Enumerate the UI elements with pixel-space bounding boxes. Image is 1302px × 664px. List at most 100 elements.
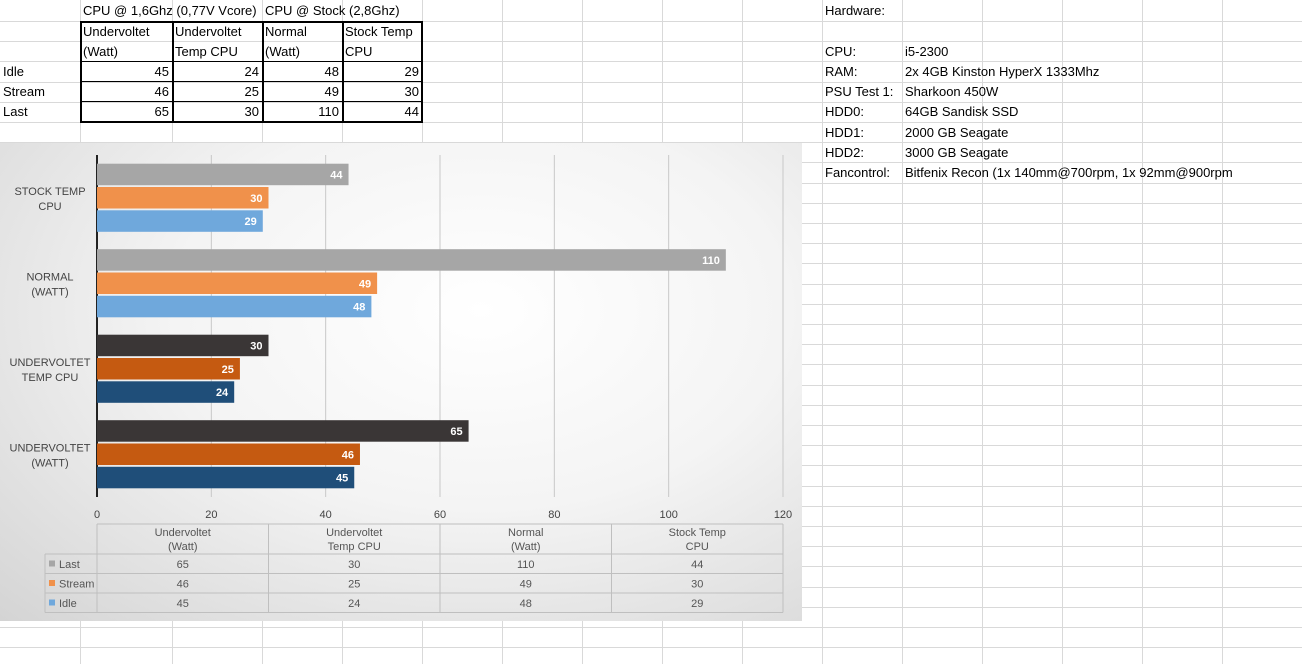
hardware-key[interactable]: HDD1: bbox=[825, 123, 864, 143]
bar-idle bbox=[97, 466, 355, 489]
hardware-value[interactable]: 3000 GB Seagate bbox=[905, 143, 1008, 163]
bar-data-label: 46 bbox=[342, 449, 354, 461]
data-table-cell: 45 bbox=[177, 598, 189, 610]
category-label: UNDERVOLTET bbox=[10, 357, 91, 369]
row-label[interactable]: Stream bbox=[3, 82, 45, 102]
table-border bbox=[172, 21, 174, 123]
hardware-value[interactable]: 2x 4GB Kinston HyperX 1333Mhz bbox=[905, 62, 1099, 82]
table-cell[interactable]: 25 bbox=[172, 82, 259, 102]
hardware-key[interactable]: Fancontrol: bbox=[825, 163, 890, 183]
hardware-key[interactable]: HDD0: bbox=[825, 102, 864, 122]
hardware-value[interactable]: i5-2300 bbox=[905, 42, 948, 62]
x-tick-label: 60 bbox=[434, 509, 446, 521]
table-cell[interactable]: 110 bbox=[262, 102, 339, 122]
table-border bbox=[80, 121, 423, 123]
column-header[interactable]: CPU bbox=[345, 42, 372, 62]
hardware-key[interactable]: PSU Test 1: bbox=[825, 82, 893, 102]
data-table-cell: 46 bbox=[177, 579, 189, 591]
table-border bbox=[80, 21, 423, 23]
hardware-key[interactable]: RAM: bbox=[825, 62, 858, 82]
bar-data-label: 110 bbox=[702, 255, 720, 267]
category-label: NORMAL bbox=[26, 271, 73, 283]
legend-key bbox=[49, 560, 55, 567]
x-tick-label: 120 bbox=[774, 509, 792, 521]
table-border bbox=[342, 21, 344, 123]
header-group-undervolt[interactable]: CPU @ 1,6Ghz (0,77V Vcore) bbox=[83, 1, 257, 21]
table-cell[interactable]: 30 bbox=[342, 82, 419, 102]
row-label[interactable]: Idle bbox=[3, 62, 24, 82]
data-table-header: Stock Temp bbox=[669, 527, 726, 539]
column-header[interactable]: (Watt) bbox=[83, 42, 118, 62]
column-header[interactable]: Undervoltet bbox=[175, 22, 241, 42]
data-table-cell: 24 bbox=[348, 598, 360, 610]
column-header[interactable]: Undervoltet bbox=[83, 22, 149, 42]
legend-label: Stream bbox=[59, 579, 94, 591]
legend-label: Idle bbox=[59, 598, 77, 610]
table-cell[interactable]: 46 bbox=[80, 82, 169, 102]
data-table-cell: 110 bbox=[517, 559, 535, 571]
bar-data-label: 48 bbox=[353, 302, 365, 314]
table-cell[interactable]: 30 bbox=[172, 102, 259, 122]
data-table-cell: 29 bbox=[691, 598, 703, 610]
legend-label: Last bbox=[59, 559, 80, 571]
hardware-key[interactable]: CPU: bbox=[825, 42, 856, 62]
column-header[interactable]: Normal bbox=[265, 22, 307, 42]
header-group-stock[interactable]: CPU @ Stock (2,8Ghz) bbox=[265, 1, 400, 21]
x-tick-label: 80 bbox=[548, 509, 560, 521]
x-tick-label: 40 bbox=[320, 509, 332, 521]
data-table-header: Undervoltet bbox=[326, 527, 382, 539]
gridline-vertical bbox=[822, 0, 823, 664]
bar-idle bbox=[97, 210, 263, 232]
table-border bbox=[421, 21, 423, 123]
hardware-value[interactable]: Bitfenix Recon (1x 140mm@700rpm, 1x 92mm… bbox=[905, 163, 1233, 183]
bar-data-label: 44 bbox=[330, 169, 343, 181]
table-border bbox=[80, 101, 423, 102]
hardware-value[interactable]: 64GB Sandisk SSD bbox=[905, 102, 1018, 122]
column-header[interactable]: Temp CPU bbox=[175, 42, 238, 62]
category-label: UNDERVOLTET bbox=[10, 442, 91, 454]
bar-last bbox=[97, 334, 269, 357]
bar-idle bbox=[97, 295, 372, 318]
hardware-key[interactable]: HDD2: bbox=[825, 143, 864, 163]
hardware-title[interactable]: Hardware: bbox=[825, 1, 885, 21]
hardware-value[interactable]: Sharkoon 450W bbox=[905, 82, 998, 102]
column-header[interactable]: Stock Temp bbox=[345, 22, 413, 42]
table-cell[interactable]: 48 bbox=[262, 62, 339, 82]
x-tick-label: 0 bbox=[94, 509, 100, 521]
column-header[interactable]: (Watt) bbox=[265, 42, 300, 62]
gridline-horizontal bbox=[0, 627, 1302, 628]
table-border bbox=[80, 21, 82, 123]
hardware-value[interactable]: 2000 GB Seagate bbox=[905, 123, 1008, 143]
data-table-cell: 49 bbox=[520, 579, 532, 591]
data-table-header: Temp CPU bbox=[328, 541, 381, 553]
bar-stream bbox=[97, 187, 269, 209]
bar-last bbox=[97, 249, 726, 271]
data-table-header: CPU bbox=[686, 541, 709, 553]
bar-stream bbox=[97, 443, 360, 465]
data-table-header: (Watt) bbox=[511, 541, 541, 553]
table-cell[interactable]: 49 bbox=[262, 82, 339, 102]
category-label: TEMP CPU bbox=[22, 372, 79, 384]
bar-data-label: 30 bbox=[250, 193, 262, 205]
gridline-vertical bbox=[1062, 0, 1063, 664]
bar-idle bbox=[97, 381, 235, 403]
data-table-cell: 65 bbox=[177, 559, 189, 571]
bar-data-label: 65 bbox=[450, 426, 462, 438]
table-cell[interactable]: 29 bbox=[342, 62, 419, 82]
bar-data-label: 24 bbox=[216, 387, 229, 399]
bar-data-label: 30 bbox=[250, 340, 262, 352]
bar-last bbox=[97, 420, 469, 442]
category-label: CPU bbox=[38, 201, 61, 213]
bar-chart-svg: 65 46 45 UNDERVOLTET (WATT) 30 25 24 UNDERVOLTET… bbox=[10, 155, 792, 613]
table-cell[interactable]: 24 bbox=[172, 62, 259, 82]
row-label[interactable]: Last bbox=[3, 102, 28, 122]
table-cell[interactable]: 44 bbox=[342, 102, 419, 122]
table-border bbox=[80, 81, 423, 82]
data-table-header: (Watt) bbox=[168, 541, 198, 553]
table-cell[interactable]: 45 bbox=[80, 62, 169, 82]
gridline-vertical bbox=[1142, 0, 1143, 664]
bar-last bbox=[97, 163, 349, 186]
table-cell[interactable]: 65 bbox=[80, 102, 169, 122]
bar-chart[interactable]: 65 46 45 UNDERVOLTET (WATT) 30 25 24 UNDERVOLTET… bbox=[0, 143, 802, 621]
data-table-cell: 48 bbox=[520, 598, 532, 610]
